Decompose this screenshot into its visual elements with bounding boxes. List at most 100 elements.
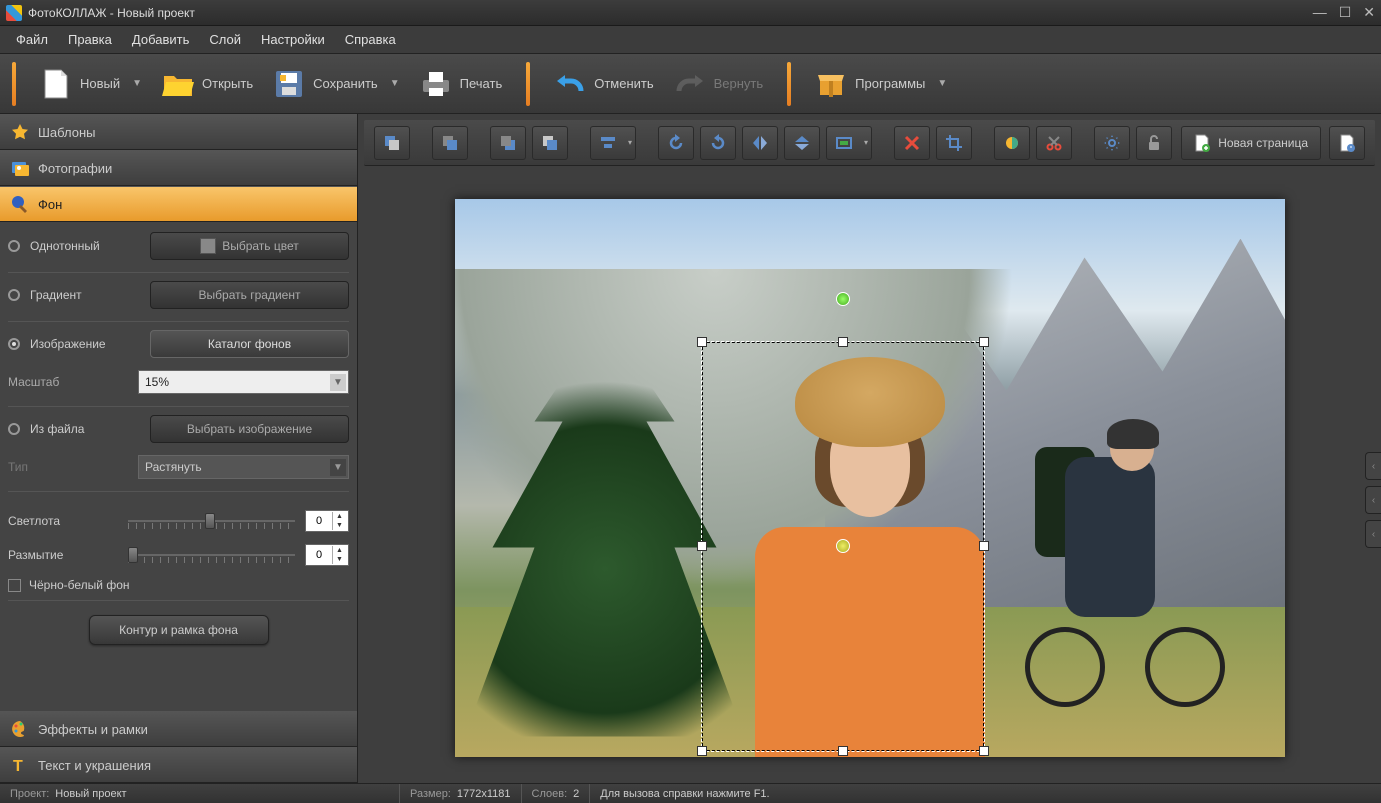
handle-tl[interactable] — [697, 337, 707, 347]
undo-button[interactable]: Отменить — [544, 62, 663, 106]
canvas-image[interactable] — [455, 199, 1285, 757]
handle-tr[interactable] — [979, 337, 989, 347]
handle-tm[interactable] — [838, 337, 848, 347]
delete-button[interactable] — [894, 126, 930, 160]
blur-label: Размытие — [8, 548, 118, 562]
rotate-right-button[interactable] — [700, 126, 736, 160]
adjust-button[interactable] — [994, 126, 1030, 160]
side-tab-background[interactable]: Фон — [0, 186, 357, 222]
side-tab-photos[interactable]: Фотографии — [0, 150, 357, 186]
menu-add[interactable]: Добавить — [124, 28, 197, 51]
handle-br[interactable] — [979, 746, 989, 756]
send-to-back-button[interactable] — [374, 126, 410, 160]
handle-mr[interactable] — [979, 541, 989, 551]
side-flyout-2[interactable]: ‹ — [1365, 486, 1381, 514]
flip-horizontal-button[interactable] — [742, 126, 778, 160]
side-tab-label: Эффекты и рамки — [38, 722, 148, 737]
backgrounds-catalog-button[interactable]: Каталог фонов — [150, 330, 349, 358]
blur-spinner[interactable]: ▲▼ — [305, 544, 349, 566]
brightness-label: Светлота — [8, 514, 118, 528]
radio-label: Изображение — [30, 337, 140, 351]
menu-layer[interactable]: Слой — [201, 28, 249, 51]
text-icon: T — [10, 755, 30, 775]
bring-to-front-button[interactable] — [532, 126, 568, 160]
selection-box[interactable] — [701, 341, 985, 752]
radio-label: Однотонный — [30, 239, 140, 253]
radio-solid[interactable] — [8, 240, 20, 252]
chevron-down-icon[interactable]: ▼ — [937, 78, 947, 89]
side-flyout-3[interactable]: ‹ — [1365, 520, 1381, 548]
handle-bm[interactable] — [838, 746, 848, 756]
minimize-button[interactable]: — — [1313, 4, 1327, 21]
settings-button[interactable] — [1094, 126, 1130, 160]
frame-background-button[interactable]: Контур и рамка фона — [89, 615, 269, 645]
choose-image-button[interactable]: Выбрать изображение — [150, 415, 349, 443]
menu-edit[interactable]: Правка — [60, 28, 120, 51]
save-button[interactable]: Сохранить ▼ — [263, 62, 410, 106]
align-button[interactable] — [590, 126, 636, 160]
side-flyout-1[interactable]: ‹ — [1365, 452, 1381, 480]
rotation-handle[interactable] — [836, 292, 850, 306]
brush-icon — [10, 194, 30, 214]
side-tab-effects[interactable]: Эффекты и рамки — [0, 711, 357, 747]
lock-button[interactable] — [1136, 126, 1172, 160]
background-panel: Однотонный Выбрать цвет Градиент Выбрать… — [0, 222, 357, 711]
choose-gradient-button[interactable]: Выбрать градиент — [150, 281, 349, 309]
title-bar: ФотоКОЛЛАЖ - Новый проект — ☐ ✕ — [0, 0, 1381, 26]
palette-icon — [10, 719, 30, 739]
rotate-left-button[interactable] — [658, 126, 694, 160]
canvas-area: Новая страница — [358, 114, 1381, 783]
redo-icon — [674, 68, 706, 100]
center-handle[interactable] — [836, 539, 850, 553]
side-tab-label: Фон — [38, 197, 62, 212]
close-button[interactable]: ✕ — [1363, 4, 1375, 21]
brightness-slider[interactable] — [128, 511, 295, 531]
status-project-label: Проект: — [10, 788, 49, 800]
page-settings-button[interactable] — [1329, 126, 1365, 160]
open-button[interactable]: Открыть — [152, 62, 263, 106]
handle-ml[interactable] — [697, 541, 707, 551]
new-page-button[interactable]: Новая страница — [1181, 126, 1321, 160]
fit-to-canvas-button[interactable] — [826, 126, 872, 160]
scale-select[interactable]: 15% ▼ — [138, 370, 349, 394]
select-value: Растянуть — [145, 460, 202, 474]
chevron-down-icon[interactable]: ▼ — [390, 78, 400, 89]
menu-settings[interactable]: Настройки — [253, 28, 333, 51]
menu-bar: Файл Правка Добавить Слой Настройки Спра… — [0, 26, 1381, 54]
radio-image[interactable] — [8, 338, 20, 350]
brightness-input[interactable] — [306, 515, 332, 527]
checkbox-bw[interactable] — [8, 579, 21, 592]
handle-bl[interactable] — [697, 746, 707, 756]
flip-vertical-button[interactable] — [784, 126, 820, 160]
side-tab-templates[interactable]: Шаблоны — [0, 114, 357, 150]
maximize-button[interactable]: ☐ — [1339, 4, 1352, 21]
blur-slider[interactable] — [128, 545, 295, 565]
side-tab-text[interactable]: T Текст и украшения — [0, 747, 357, 783]
color-swatch — [200, 238, 216, 254]
blur-input[interactable] — [306, 549, 332, 561]
print-label: Печать — [460, 76, 503, 91]
chevron-down-icon[interactable]: ▼ — [132, 78, 142, 89]
programs-button[interactable]: Программы ▼ — [805, 62, 957, 106]
crop-button[interactable] — [936, 126, 972, 160]
choose-color-button[interactable]: Выбрать цвет — [150, 232, 349, 260]
star-icon — [10, 122, 30, 142]
checkbox-label: Чёрно-белый фон — [29, 578, 130, 592]
new-button[interactable]: Новый ▼ — [30, 62, 152, 106]
box-icon — [815, 68, 847, 100]
brightness-spinner[interactable]: ▲▼ — [305, 510, 349, 532]
bring-forward-button[interactable] — [490, 126, 526, 160]
cut-button[interactable] — [1036, 126, 1072, 160]
radio-gradient[interactable] — [8, 289, 20, 301]
menu-help[interactable]: Справка — [337, 28, 404, 51]
status-size-value: 1772x1181 — [457, 788, 511, 800]
side-tab-label: Шаблоны — [38, 125, 96, 140]
send-backward-button[interactable] — [432, 126, 468, 160]
menu-file[interactable]: Файл — [8, 28, 56, 51]
canvas-viewport[interactable]: ‹ ‹ ‹ — [358, 172, 1381, 783]
radio-from-file[interactable] — [8, 423, 20, 435]
radio-label: Градиент — [30, 288, 140, 302]
page-add-icon — [1194, 134, 1210, 152]
print-button[interactable]: Печать — [410, 62, 513, 106]
side-tab-label: Текст и украшения — [38, 758, 151, 773]
